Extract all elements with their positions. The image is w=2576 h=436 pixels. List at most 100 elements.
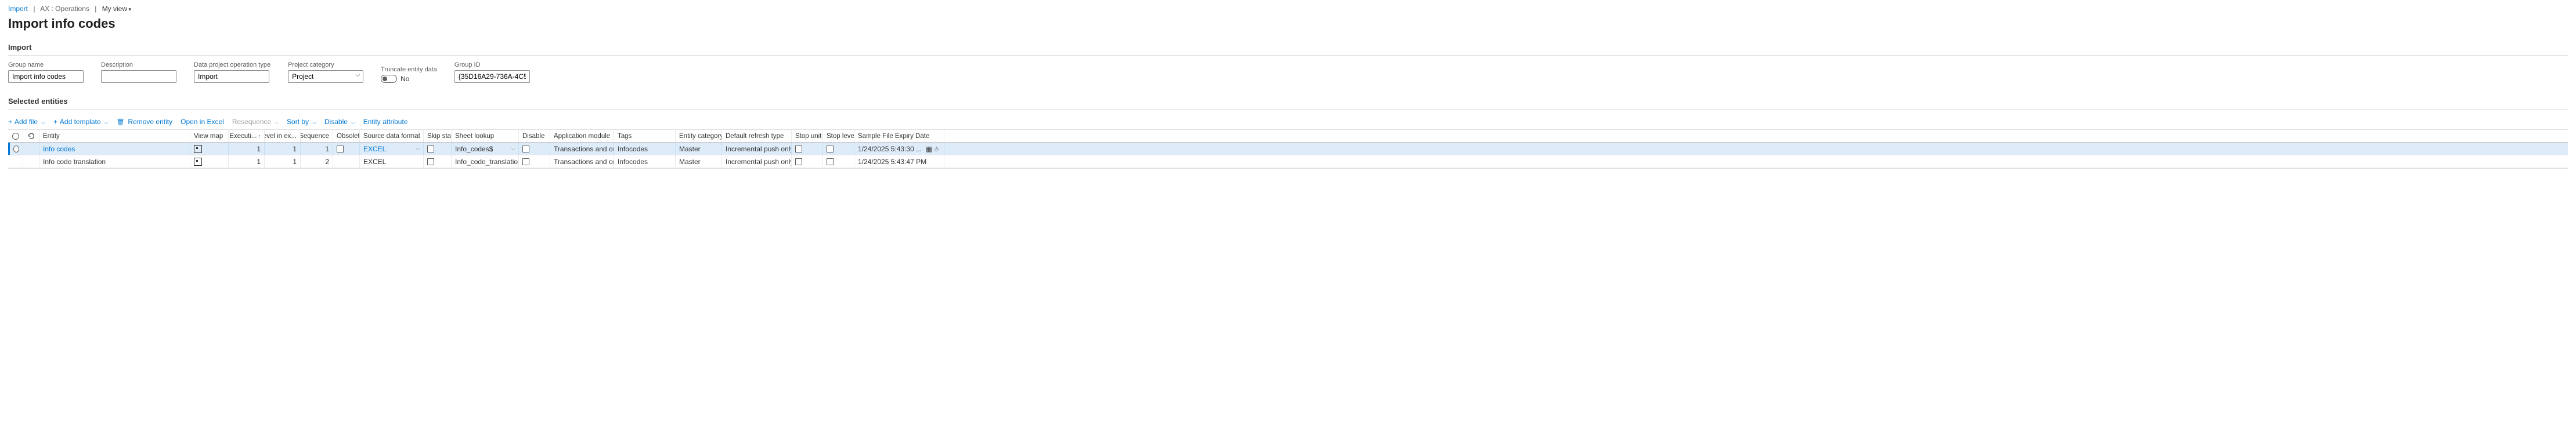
calendar-icon[interactable]: ▦ <box>926 145 932 153</box>
col-select[interactable] <box>8 130 23 142</box>
breadcrumb-import-link[interactable]: Import <box>8 5 28 13</box>
col-execution[interactable]: Executi...↑ <box>229 130 265 142</box>
col-obsolete[interactable]: Obsolete <box>333 130 360 142</box>
col-entity[interactable]: Entity <box>39 130 190 142</box>
cell-obsolete[interactable] <box>333 155 360 168</box>
cell-view-map[interactable] <box>190 155 229 168</box>
source-format-text: EXCEL <box>363 145 386 153</box>
col-sequence[interactable]: Sequence <box>301 130 333 142</box>
group-id-input[interactable] <box>454 70 530 83</box>
disable-button[interactable]: Disable <box>324 118 355 126</box>
cell-source-format[interactable]: EXCEL ⌵ <box>360 143 424 155</box>
cell-disable[interactable] <box>519 143 550 155</box>
col-skip-staging[interactable]: Skip staging <box>424 130 452 142</box>
cell-skip-staging[interactable] <box>424 143 452 155</box>
cell-expiry-date[interactable]: 1/24/2025 5:43:30 ... ▦ <box>854 143 944 155</box>
refresh-type-text: Incremental push only <box>726 158 792 166</box>
view-map-icon[interactable] <box>194 158 202 166</box>
stop-unit-checkbox[interactable] <box>795 146 802 152</box>
col-entity-category[interactable]: Entity category <box>676 130 722 142</box>
col-app-module[interactable]: Application module <box>550 130 614 142</box>
remove-entity-button[interactable]: Remove entity <box>116 118 172 126</box>
sheet-lookup-text: Info_code_translation$ <box>455 158 519 166</box>
select-all-radio[interactable] <box>12 133 19 140</box>
skip-staging-checkbox[interactable] <box>427 146 434 152</box>
sort-asc-icon: ↑ <box>258 133 261 139</box>
stop-level-checkbox[interactable] <box>827 146 834 152</box>
truncate-value: No <box>401 75 409 83</box>
cell-sheet-lookup[interactable]: Info_codes$⌵ <box>452 143 519 155</box>
entity-link[interactable]: Info codes <box>43 145 75 153</box>
col-source-format[interactable]: Source data format <box>360 130 424 142</box>
col-view-map[interactable]: View map <box>190 130 229 142</box>
stop-unit-checkbox[interactable] <box>795 158 802 165</box>
row-select[interactable] <box>8 143 23 155</box>
col-refresh[interactable] <box>23 130 39 142</box>
table-row[interactable]: Info codes111EXCEL⌵Info_codes$⌵Transacti… <box>8 143 2568 155</box>
chevron-down-icon[interactable]: ⌵ <box>416 146 420 152</box>
cell-obsolete[interactable] <box>333 143 360 155</box>
add-template-button[interactable]: + Add template <box>53 118 109 126</box>
row-radio[interactable] <box>13 146 19 152</box>
cell-disable[interactable] <box>519 155 550 168</box>
stop-level-checkbox[interactable] <box>827 158 834 165</box>
disable-checkbox[interactable] <box>522 146 529 152</box>
project-category-select[interactable] <box>288 70 363 83</box>
section-selected-entities-header[interactable]: Selected entities <box>8 93 2568 110</box>
open-in-excel-button[interactable]: Open in Excel <box>181 118 224 126</box>
col-stop-unit[interactable]: Stop unit e... <box>792 130 823 142</box>
cell-view-map[interactable] <box>190 143 229 155</box>
cell-sequence[interactable]: 1 <box>301 143 333 155</box>
view-map-icon[interactable] <box>194 145 202 153</box>
cell-execution[interactable]: 1 <box>229 155 265 168</box>
cell-stop-unit[interactable] <box>792 143 823 155</box>
group-name-input[interactable] <box>8 70 84 83</box>
col-disable[interactable]: Disable <box>519 130 550 142</box>
operation-type-label: Data project operation type <box>194 61 270 68</box>
cell-sheet-lookup[interactable]: Info_code_translation$ <box>452 155 519 168</box>
refresh-icon <box>28 133 35 140</box>
sort-by-button[interactable]: Sort by <box>287 118 316 126</box>
col-sample-expiry[interactable]: Sample File Expiry Date <box>854 130 944 142</box>
cell-stop-unit[interactable] <box>792 155 823 168</box>
row-refresh[interactable] <box>23 143 39 155</box>
disable-checkbox[interactable] <box>522 158 529 165</box>
row-refresh[interactable] <box>23 155 39 168</box>
section-import-header[interactable]: Import <box>8 39 2568 56</box>
table-row[interactable]: Info code translation112EXCELInfo_code_t… <box>8 155 2568 168</box>
add-file-button[interactable]: + Add file <box>8 118 45 126</box>
breadcrumb-my-view[interactable]: My view <box>102 5 131 13</box>
cell-skip-staging[interactable] <box>424 155 452 168</box>
obsolete-checkbox[interactable] <box>337 146 344 152</box>
entity-text: Info code translation <box>43 158 106 166</box>
cell-expiry-date[interactable]: 1/24/2025 5:43:47 PM <box>854 155 944 168</box>
cell-app-module: Transactions and orders <box>550 155 614 168</box>
clock-icon[interactable] <box>934 145 939 153</box>
chevron-down-icon[interactable]: ⌵ <box>511 146 515 152</box>
cell-stop-level[interactable] <box>823 155 854 168</box>
col-sheet-lookup[interactable]: Sheet lookup <box>452 130 519 142</box>
col-stop-level[interactable]: Stop level ... <box>823 130 854 142</box>
truncate-toggle[interactable] <box>381 75 397 83</box>
cell-source-format[interactable]: EXCEL <box>360 155 424 168</box>
col-tags[interactable]: Tags <box>614 130 676 142</box>
cell-entity[interactable]: Info code translation <box>39 155 190 168</box>
col-level-in[interactable]: Level in ex... <box>265 130 301 142</box>
operation-type-input[interactable] <box>194 70 269 83</box>
cell-execution[interactable]: 1 <box>229 143 265 155</box>
cell-default-refresh[interactable]: Incremental push only <box>722 155 792 168</box>
description-input[interactable] <box>101 70 176 83</box>
col-default-refresh[interactable]: Default refresh type <box>722 130 792 142</box>
skip-staging-checkbox[interactable] <box>427 158 434 165</box>
cell-level-in[interactable]: 1 <box>265 143 301 155</box>
entity-attribute-button[interactable]: Entity attribute <box>363 118 408 126</box>
cell-entity[interactable]: Info codes <box>39 143 190 155</box>
row-select[interactable] <box>8 155 23 168</box>
cell-sequence[interactable]: 2 <box>301 155 333 168</box>
cell-stop-level[interactable] <box>823 143 854 155</box>
breadcrumb-sep: | <box>95 5 96 13</box>
cell-level-in[interactable]: 1 <box>265 155 301 168</box>
cell-default-refresh[interactable]: Incremental push only⌵ <box>722 143 792 155</box>
resequence-button[interactable]: Resequence <box>232 118 279 126</box>
source-format-text: EXCEL <box>363 158 386 166</box>
